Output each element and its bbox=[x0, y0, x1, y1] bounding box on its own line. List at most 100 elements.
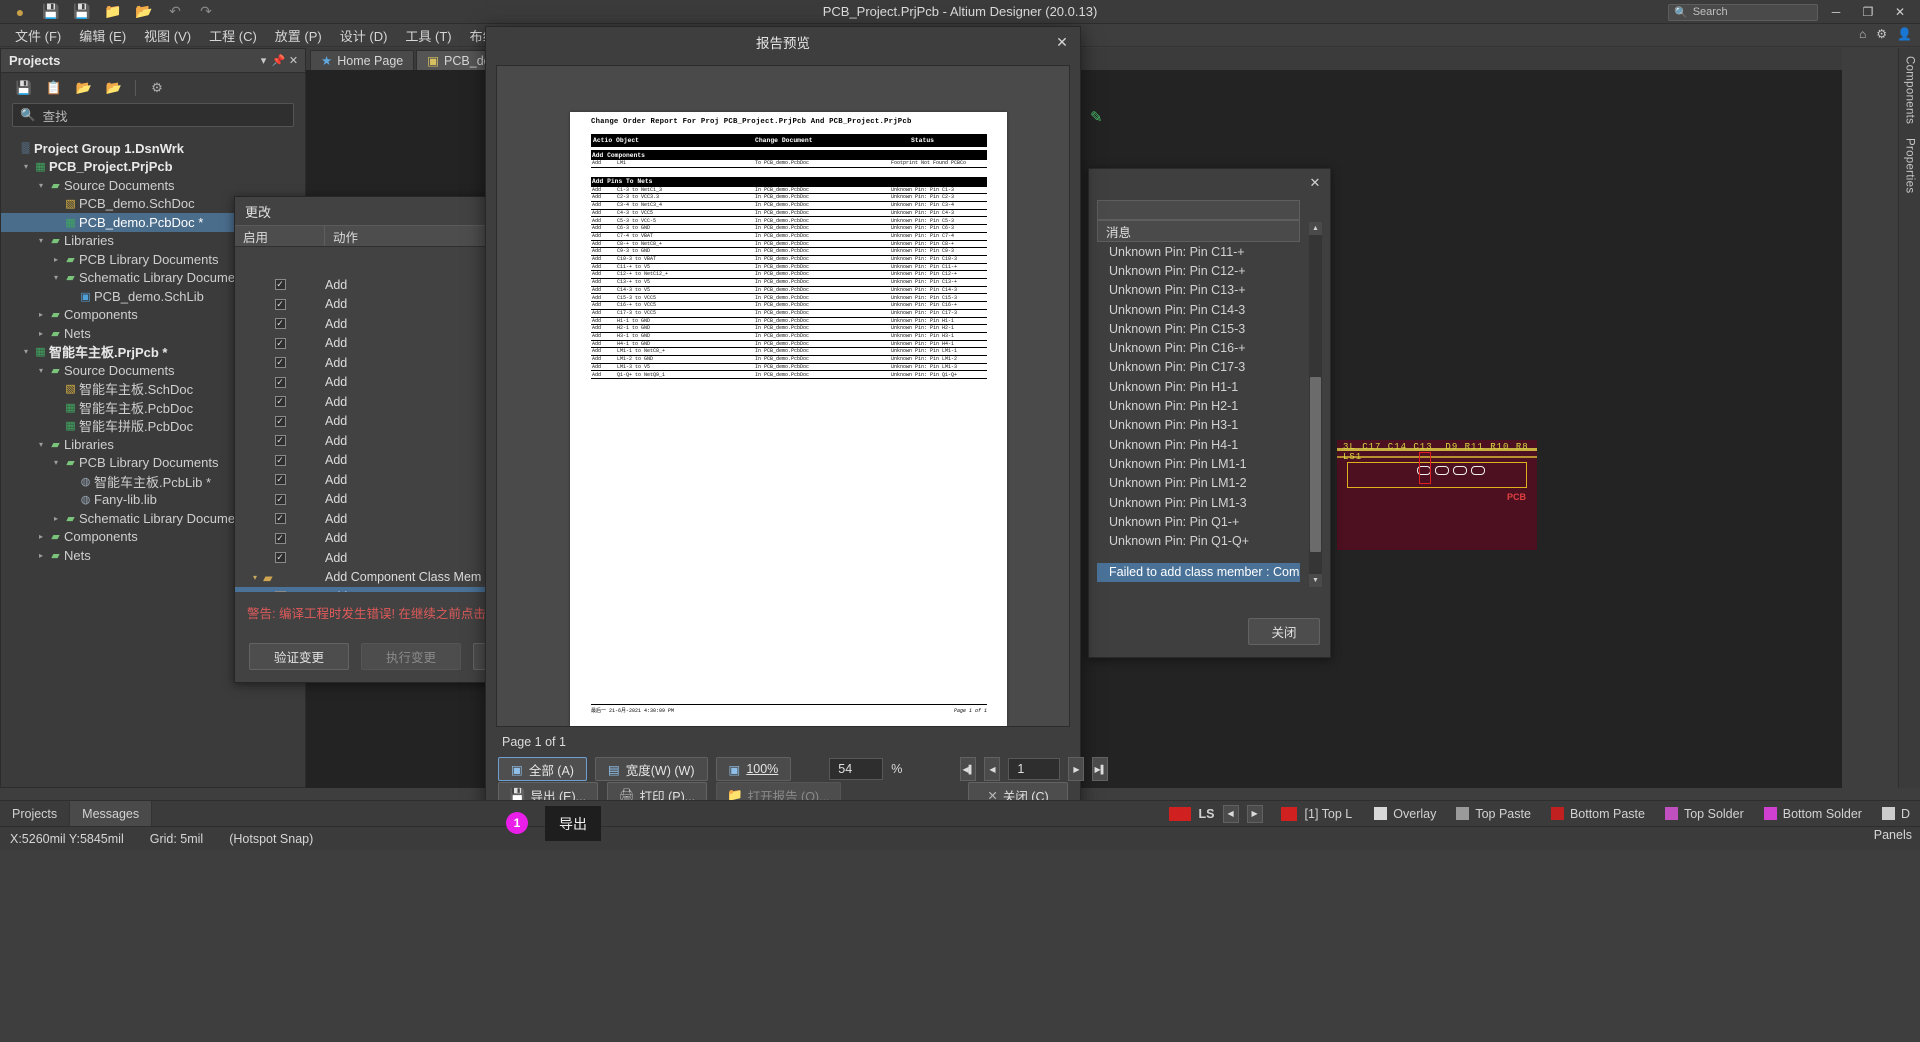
page-number-input[interactable]: 1 bbox=[1008, 758, 1061, 780]
menu-view[interactable]: 视图 (V) bbox=[135, 23, 200, 48]
message-item[interactable]: Unknown Pin: Pin C17-3 bbox=[1097, 358, 1300, 377]
expand-collapse-icon[interactable]: ▾ bbox=[20, 162, 32, 171]
message-item[interactable]: Unknown Pin: Pin C16-+ bbox=[1097, 338, 1300, 357]
eco-enable-checkbox[interactable]: ✓ bbox=[274, 357, 286, 369]
zoom-fit-width-button[interactable]: ▤ 宽度(W) (W) bbox=[594, 757, 708, 781]
open-project-icon[interactable]: 📂 bbox=[75, 79, 93, 97]
eco-enable-checkbox[interactable]: ✓ bbox=[274, 396, 286, 408]
messages-close-button[interactable]: 关闭 bbox=[1248, 618, 1320, 645]
close-icon[interactable]: ✕ bbox=[286, 54, 301, 67]
close-button[interactable]: ✕ bbox=[1886, 1, 1914, 23]
eco-enable-checkbox[interactable]: ✓ bbox=[274, 415, 286, 427]
eco-enable-checkbox[interactable]: ✓ bbox=[274, 318, 286, 330]
report-preview-viewport[interactable]: Change Order Report For Proj PCB_Project… bbox=[496, 65, 1070, 727]
expand-icon[interactable]: ▸ bbox=[35, 310, 47, 319]
eco-enable-checkbox[interactable]: ✓ bbox=[274, 298, 286, 310]
active-layer-tab[interactable]: [1] Top L bbox=[1305, 807, 1353, 821]
eco-enable-checkbox[interactable]: ✓ bbox=[274, 454, 286, 466]
zoom-fit-page-button[interactable]: ▣ 全部 (A) bbox=[498, 757, 587, 781]
message-item[interactable]: Unknown Pin: Pin Q1-Q+ bbox=[1097, 531, 1300, 550]
redo-icon[interactable]: ↷ bbox=[196, 3, 216, 21]
menu-tools[interactable]: 工具 (T) bbox=[396, 23, 460, 48]
expand-icon[interactable]: ▾ bbox=[253, 573, 257, 582]
gear-icon[interactable]: ⚙ bbox=[148, 79, 166, 97]
expand-icon[interactable]: ▸ bbox=[35, 329, 47, 338]
menu-design[interactable]: 设计 (D) bbox=[331, 23, 397, 48]
message-item[interactable]: Unknown Pin: Pin C11-+ bbox=[1097, 242, 1300, 261]
first-page-button[interactable]: ◀▌ bbox=[960, 757, 977, 781]
project-options-icon[interactable]: 📂 bbox=[105, 79, 123, 97]
undo-icon[interactable]: ↶ bbox=[165, 3, 185, 21]
expand-icon[interactable]: ▸ bbox=[35, 551, 47, 560]
layer-chip-overlay[interactable]: Overlay bbox=[1364, 807, 1446, 821]
compile-icon[interactable]: 📋 bbox=[45, 79, 63, 97]
close-icon[interactable]: ✕ bbox=[1306, 174, 1324, 192]
last-page-button[interactable]: ▶▌ bbox=[1092, 757, 1109, 781]
eco-enable-checkbox[interactable]: ✓ bbox=[274, 532, 286, 544]
altium-logo-icon[interactable]: ● bbox=[10, 3, 30, 21]
expand-collapse-icon[interactable]: ▾ bbox=[35, 236, 47, 245]
zoom-100-button[interactable]: ▣ 100% bbox=[715, 757, 792, 781]
expand-collapse-icon[interactable]: ▾ bbox=[50, 458, 62, 467]
open-folder-icon[interactable]: 📁 bbox=[103, 3, 123, 21]
messages-scrollbar[interactable]: ▲ ▼ bbox=[1309, 222, 1322, 587]
menu-edit[interactable]: 编辑 (E) bbox=[70, 23, 135, 48]
ls-label[interactable]: LS bbox=[1199, 807, 1215, 821]
tree-item[interactable]: ▒ Project Group 1.DsnWrk bbox=[1, 139, 305, 158]
gear-icon[interactable]: ⚙ bbox=[1876, 27, 1887, 41]
panels-button[interactable]: Panels bbox=[1874, 828, 1912, 842]
previous-page-button[interactable]: ◀ bbox=[984, 757, 1001, 781]
layer-chip-bottom-paste[interactable]: Bottom Paste bbox=[1541, 807, 1655, 821]
save-all-icon[interactable]: 💾 bbox=[72, 3, 92, 21]
layer-next-button[interactable]: ▶ bbox=[1246, 804, 1263, 823]
message-item[interactable]: Unknown Pin: Pin H4-1 bbox=[1097, 435, 1300, 454]
chevron-down-icon[interactable]: ▾ bbox=[256, 54, 271, 67]
home-icon[interactable]: ⌂ bbox=[1859, 27, 1866, 41]
layer-prev-button[interactable]: ◀ bbox=[1222, 804, 1239, 823]
message-item[interactable]: Unknown Pin: Pin C13-+ bbox=[1097, 281, 1300, 300]
tree-item[interactable]: ▾ ▦ PCB_Project.PrjPcb bbox=[1, 158, 305, 177]
validate-changes-button[interactable]: 验证变更 bbox=[249, 643, 349, 670]
pin-icon[interactable]: 📌 bbox=[271, 54, 286, 67]
next-page-button[interactable]: ▶ bbox=[1068, 757, 1085, 781]
menu-file[interactable]: 文件 (F) bbox=[6, 23, 70, 48]
save-icon[interactable]: 💾 bbox=[41, 3, 61, 21]
message-item[interactable]: Unknown Pin: Pin H2-1 bbox=[1097, 396, 1300, 415]
zoom-percent-input[interactable]: 54 bbox=[829, 758, 884, 780]
message-item[interactable]: Unknown Pin: Pin C15-3 bbox=[1097, 319, 1300, 338]
expand-collapse-icon[interactable]: ▾ bbox=[20, 347, 32, 356]
message-item[interactable]: Unknown Pin: Pin LM1-2 bbox=[1097, 474, 1300, 493]
message-item[interactable]: Unknown Pin: Pin LM1-3 bbox=[1097, 493, 1300, 512]
layer-chip-bottom-solder[interactable]: Bottom Solder bbox=[1754, 807, 1872, 821]
eco-enable-checkbox[interactable]: ✓ bbox=[274, 513, 286, 525]
scrollbar-thumb[interactable] bbox=[1310, 377, 1321, 552]
scroll-down-icon[interactable]: ▼ bbox=[1309, 574, 1322, 587]
eco-enable-checkbox[interactable]: ✓ bbox=[274, 337, 286, 349]
eco-enable-checkbox[interactable]: ✓ bbox=[274, 376, 286, 388]
message-item[interactable]: Unknown Pin: Pin C14-3 bbox=[1097, 300, 1300, 319]
minimize-button[interactable]: ─ bbox=[1822, 1, 1850, 23]
bottom-tab-projects[interactable]: Projects bbox=[0, 800, 71, 827]
expand-collapse-icon[interactable]: ▾ bbox=[35, 181, 47, 190]
projects-search-input[interactable]: 🔍 查找 bbox=[12, 103, 294, 127]
eco-enable-checkbox[interactable]: ✓ bbox=[274, 435, 286, 447]
eco-enable-checkbox[interactable]: ✓ bbox=[274, 493, 286, 505]
tab-home-page[interactable]: ★ Home Page bbox=[310, 50, 415, 70]
global-search-input[interactable]: 🔍 Search bbox=[1668, 3, 1818, 21]
strip-tab-properties[interactable]: Properties bbox=[1904, 138, 1916, 193]
eco-enable-checkbox[interactable]: ✓ bbox=[274, 552, 286, 564]
maximize-button[interactable]: ❐ bbox=[1854, 1, 1882, 23]
eco-enable-checkbox[interactable]: ✓ bbox=[274, 279, 286, 291]
expand-icon[interactable]: ▸ bbox=[50, 514, 62, 523]
layer-chip-top-paste[interactable]: Top Paste bbox=[1446, 807, 1541, 821]
message-item-selected[interactable]: Failed to add class member : Component bbox=[1097, 562, 1300, 583]
bottom-tab-messages[interactable]: Messages bbox=[70, 800, 153, 827]
menu-place[interactable]: 放置 (P) bbox=[266, 23, 331, 48]
user-icon[interactable]: 👤 bbox=[1897, 27, 1912, 41]
expand-collapse-icon[interactable]: ▾ bbox=[35, 440, 47, 449]
strip-tab-components[interactable]: Components bbox=[1904, 56, 1916, 124]
expand-icon[interactable]: ▸ bbox=[50, 255, 62, 264]
message-item[interactable]: Unknown Pin: Pin LM1-1 bbox=[1097, 454, 1300, 473]
message-item[interactable]: Unknown Pin: Pin Q1-+ bbox=[1097, 512, 1300, 531]
menu-project[interactable]: 工程 (C) bbox=[200, 23, 266, 48]
